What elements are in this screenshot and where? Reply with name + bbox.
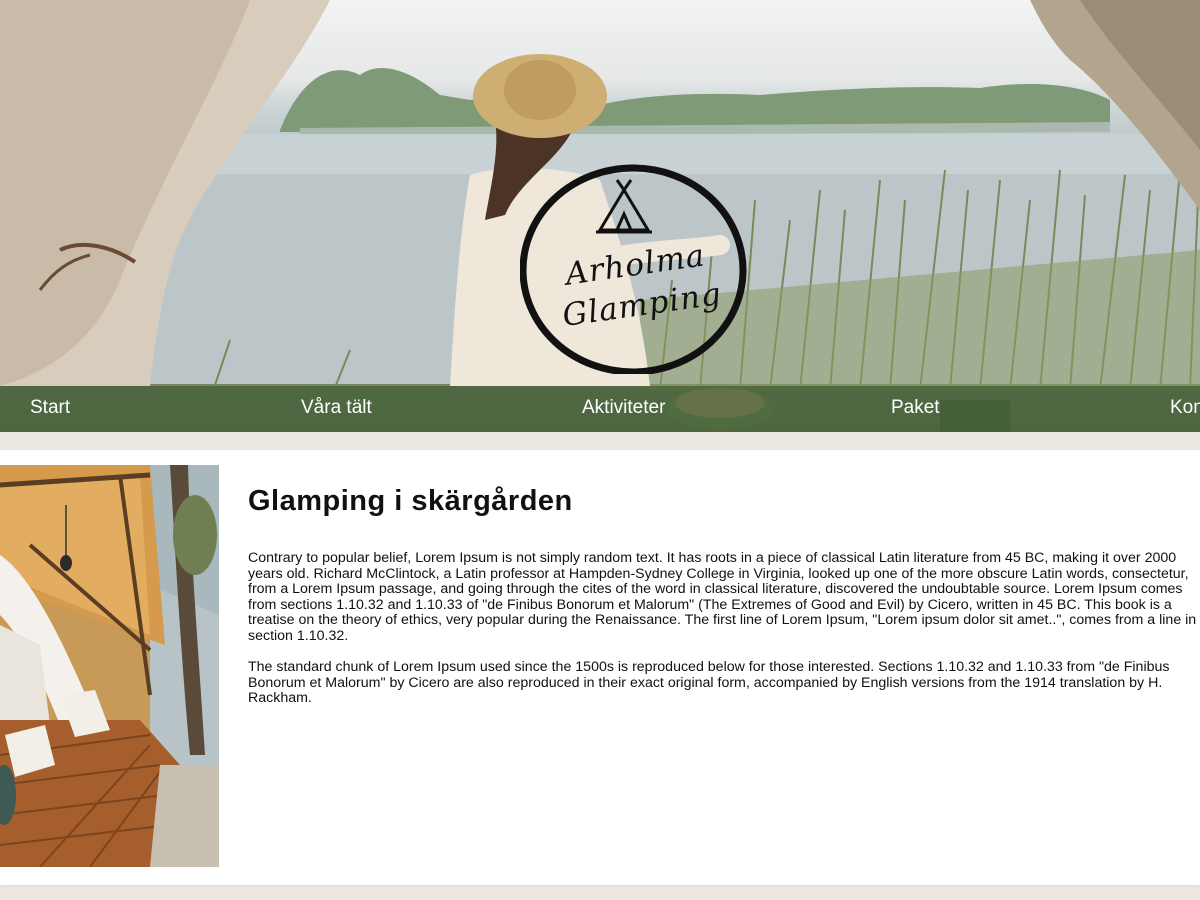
paragraph-line: from a Lorem Ipsum passage, and going th… — [248, 581, 1183, 597]
nav-item-vara-talt[interactable]: Våra tält — [301, 386, 372, 432]
article-title: Glamping i skärgården — [248, 485, 573, 517]
paragraph-line: from sections 1.10.32 and 1.10.33 of "de… — [248, 596, 1172, 613]
hero-banner: Arholma Glamping Start Våra tält Aktivit… — [0, 0, 1200, 432]
paragraph-line: Bonorum et Malorum" by Cicero are also r… — [248, 674, 1163, 691]
content-card: Glamping i skärgården Contrary to popula… — [0, 450, 1200, 885]
article-paragraph-1: Contrary to popular belief, Lorem Ipsum … — [248, 550, 1200, 644]
article-paragraph-2: The standard chunk of Lorem Ipsum used s… — [248, 659, 1200, 707]
site-logo[interactable]: Arholma Glamping — [520, 162, 750, 374]
main-nav: Start Våra tält Aktiviteter Paket Kontak… — [0, 386, 1200, 432]
nav-item-start[interactable]: Start — [30, 386, 70, 432]
glamping-tent-photo — [0, 465, 219, 867]
paragraph-line: The standard chunk of Lorem Ipsum used s… — [248, 659, 1170, 675]
paragraph-line: section 1.10.32. — [248, 627, 349, 644]
nav-item-aktiviteter[interactable]: Aktiviteter — [582, 386, 665, 432]
nav-item-kontakt[interactable]: Kontakt — [1170, 386, 1200, 432]
paragraph-line: treatise on the theory of ethics, very p… — [248, 612, 1197, 628]
paragraph-line: Rackham. — [248, 690, 312, 706]
paragraph-line: Contrary to popular belief, Lorem Ipsum … — [248, 550, 1177, 566]
nav-item-paket[interactable]: Paket — [891, 386, 940, 432]
paragraph-line: years old. Richard McClintock, a Latin p… — [248, 565, 1189, 582]
article: Glamping i skärgården Contrary to popula… — [248, 485, 1200, 707]
